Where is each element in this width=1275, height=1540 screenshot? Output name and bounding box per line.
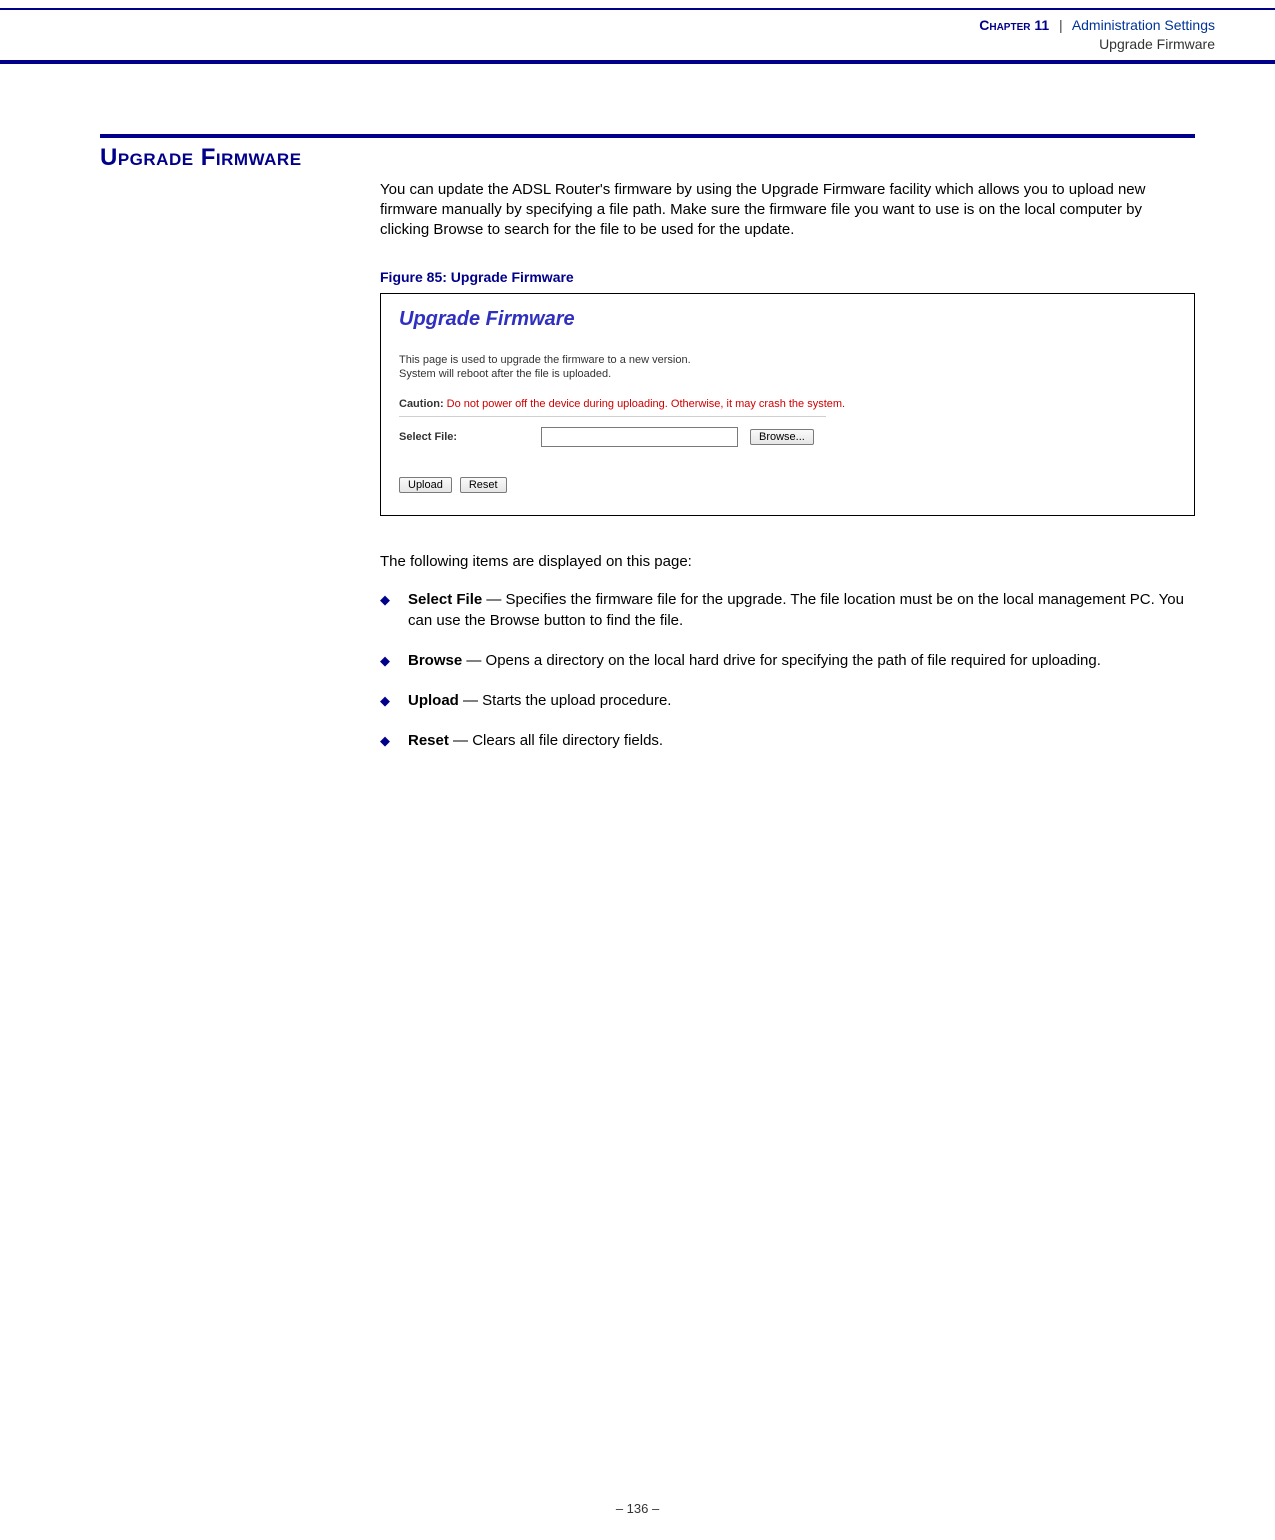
section-heading: Upgrade Firmware xyxy=(100,144,1195,172)
page-number: – 136 – xyxy=(616,1501,659,1516)
figure-desc-line2: System will reboot after the file is upl… xyxy=(399,367,1176,382)
figure-box: Upgrade Firmware This page is used to up… xyxy=(380,293,1195,517)
select-file-input[interactable] xyxy=(541,427,738,447)
item-label: Select File xyxy=(408,591,482,608)
item-list: Select File — Specifies the firmware fil… xyxy=(380,590,1195,751)
browse-button[interactable]: Browse... xyxy=(750,429,814,445)
list-item: Select File — Specifies the firmware fil… xyxy=(380,590,1195,631)
upload-button[interactable]: Upload xyxy=(399,477,452,493)
page-footer: – 136 – xyxy=(0,1501,1275,1516)
caution-label: Caution: xyxy=(399,398,444,410)
item-label: Browse xyxy=(408,652,462,669)
following-intro: The following items are displayed on thi… xyxy=(380,552,1195,572)
chapter-label: Chapter 11 xyxy=(979,17,1049,33)
chapter-separator: | xyxy=(1053,17,1069,33)
caution-text: Do not power off the device during uploa… xyxy=(444,398,846,410)
list-item: Upload — Starts the upload procedure. xyxy=(380,691,1195,711)
item-desc: — Starts the upload procedure. xyxy=(459,692,672,709)
item-desc: — Clears all file directory fields. xyxy=(449,732,663,749)
page-header: Chapter 11 | Administration Settings Upg… xyxy=(0,10,1275,60)
select-file-label: Select File: xyxy=(399,431,529,443)
item-desc: — Opens a directory on the local hard dr… xyxy=(462,652,1101,669)
list-item: Browse — Opens a directory on the local … xyxy=(380,651,1195,671)
reset-button[interactable]: Reset xyxy=(460,477,507,493)
figure-title: Upgrade Firmware xyxy=(399,308,1176,331)
chapter-title: Administration Settings xyxy=(1072,17,1215,33)
intro-paragraph: You can update the ADSL Router's firmwar… xyxy=(380,180,1195,241)
chapter-subtitle: Upgrade Firmware xyxy=(979,35,1215,54)
item-desc: — Specifies the firmware file for the up… xyxy=(408,591,1184,628)
list-item: Reset — Clears all file directory fields… xyxy=(380,731,1195,751)
item-label: Reset xyxy=(408,732,449,749)
figure-caption: Figure 85: Upgrade Firmware xyxy=(380,269,1195,285)
item-label: Upload xyxy=(408,692,459,709)
figure-desc-line1: This page is used to upgrade the firmwar… xyxy=(399,353,1176,368)
